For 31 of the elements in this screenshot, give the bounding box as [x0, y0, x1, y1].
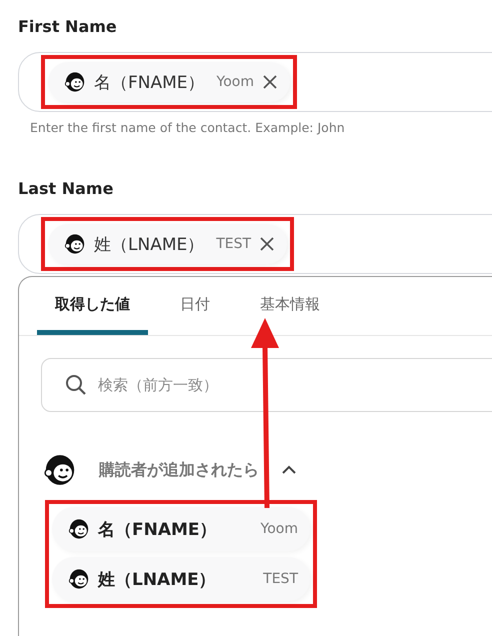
tab[interactable]: 取得した値 [37, 277, 148, 335]
variable-chip[interactable]: 姓（LNAME） TEST [48, 224, 288, 264]
chip-name: 姓（LNAME） [94, 234, 204, 256]
item-value: TEST [263, 571, 298, 587]
close-icon[interactable] [259, 236, 276, 252]
item-name: 姓（LNAME） [98, 568, 217, 590]
field-label: First Name [18, 16, 118, 38]
monkey-icon [68, 568, 90, 590]
monkey-icon [64, 71, 86, 93]
field-label: Last Name [18, 178, 114, 200]
tab[interactable]: 基本情報 [242, 277, 338, 335]
input-field[interactable]: 姓（LNAME） TEST [18, 214, 492, 274]
group-title: 購読者が追加されたら [99, 460, 259, 480]
input-field[interactable]: 名（FNAME） Yoom [18, 52, 492, 112]
tab[interactable]: 日付 [162, 277, 228, 335]
field-hint: Enter the first name of the contact. Example: John [30, 120, 346, 137]
chip-value: Yoom [216, 74, 254, 90]
chevron-icon[interactable] [281, 465, 297, 475]
close-icon[interactable] [262, 74, 278, 90]
variable-chip[interactable]: 名（FNAME） Yoom [48, 62, 290, 102]
item-name: 名（FNAME） [98, 518, 218, 540]
search-icon [65, 374, 87, 396]
variable-item[interactable]: 姓（LNAME） TEST [52, 557, 310, 601]
monkey-icon [43, 453, 77, 487]
search-field[interactable]: 検索（前方一致） [41, 358, 492, 412]
item-value: Yoom [260, 521, 298, 537]
chip-name: 名（FNAME） [94, 72, 205, 94]
chip-value: TEST [216, 236, 252, 252]
monkey-icon [68, 518, 90, 540]
variable-item[interactable]: 名（FNAME） Yoom [52, 507, 310, 551]
monkey-icon [64, 233, 86, 255]
